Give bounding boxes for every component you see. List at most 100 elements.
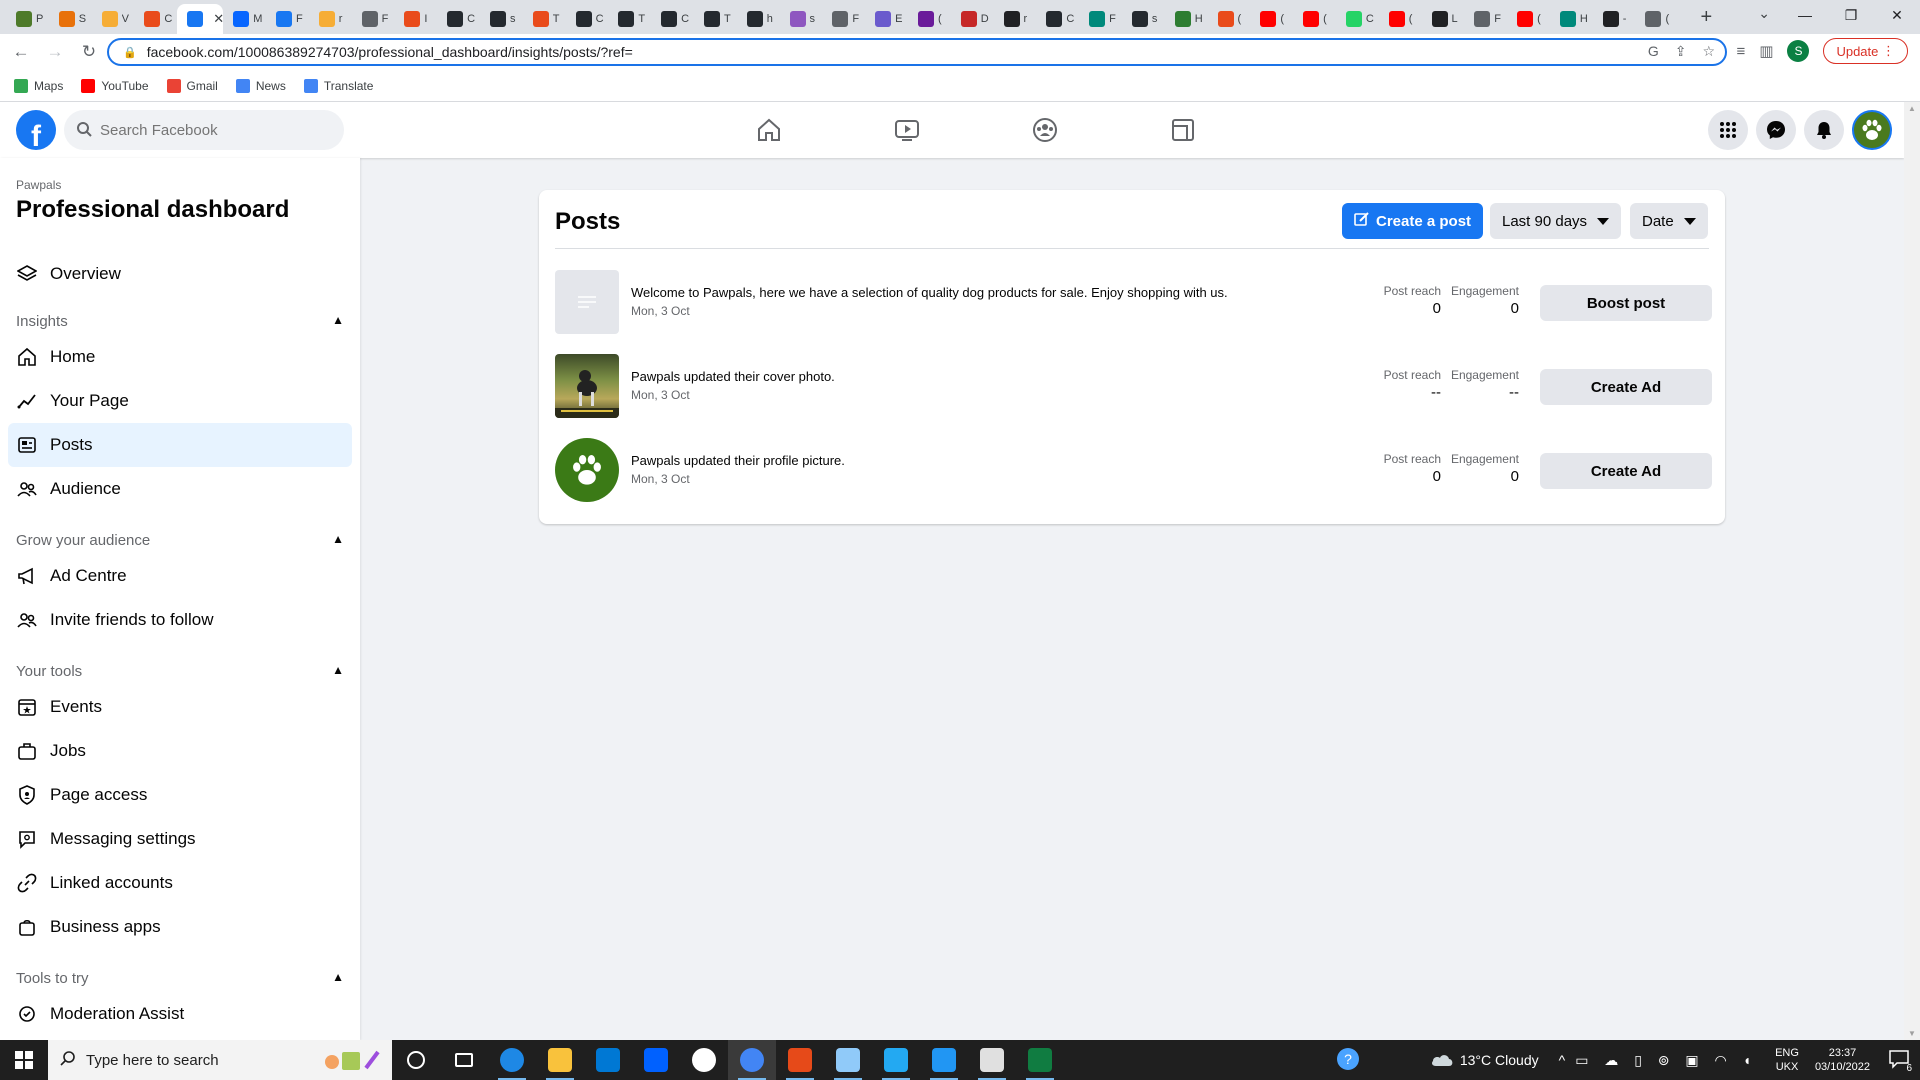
post-row[interactable]: Pawpals updated their profile picture. M…	[555, 438, 1712, 504]
sidebar-item-home[interactable]: Home	[8, 335, 352, 379]
sidebar-item-invite-friends[interactable]: Invite friends to follow	[8, 598, 352, 642]
date-range-dropdown[interactable]: Last 90 days	[1490, 203, 1622, 239]
browser-tab[interactable]: r	[309, 4, 352, 34]
browser-tab[interactable]: h	[737, 4, 780, 34]
browser-tab[interactable]: (	[1250, 4, 1293, 34]
browser-tab[interactable]: D	[951, 4, 994, 34]
browser-tab[interactable]: (	[1379, 4, 1422, 34]
facebook-search[interactable]	[64, 110, 344, 150]
messenger-icon[interactable]	[1756, 110, 1796, 150]
sidebar-item-business-apps[interactable]: Business apps	[8, 905, 352, 949]
close-window-icon[interactable]: ✕	[1874, 0, 1920, 30]
chevron-up-icon[interactable]: ▲	[332, 532, 344, 549]
nav-watch-icon[interactable]	[838, 102, 976, 158]
scroll-down-icon[interactable]: ▼	[1908, 1029, 1916, 1038]
boost-post-button[interactable]: Boost post	[1540, 285, 1712, 321]
bookmark-item[interactable]: News	[235, 78, 286, 93]
scroll-up-icon[interactable]: ▲	[1908, 104, 1916, 113]
show-hidden-icons[interactable]: ^	[1559, 1052, 1566, 1068]
sidebar-item-linked-accounts[interactable]: Linked accounts	[8, 861, 352, 905]
taskbar-app-task-view-icon[interactable]	[440, 1040, 488, 1080]
profile-avatar[interactable]: S	[1787, 40, 1810, 62]
post-text[interactable]: Welcome to Pawpals, here we have a selec…	[631, 285, 1228, 300]
forward-icon[interactable]: →	[42, 42, 68, 62]
browser-tab[interactable]: T	[694, 4, 737, 34]
browser-tab[interactable]: T	[523, 4, 566, 34]
create-ad-button[interactable]: Create Ad	[1540, 369, 1712, 405]
post-text[interactable]: Pawpals updated their profile picture.	[631, 453, 845, 468]
sidebar-item-posts[interactable]: Posts	[8, 423, 352, 467]
sidebar-item-messaging-settings[interactable]: Messaging settings	[8, 817, 352, 861]
browser-tab[interactable]: (	[1208, 4, 1251, 34]
page-scrollbar[interactable]: ▲ ▼	[1904, 102, 1920, 1040]
update-button[interactable]: Update ⋮	[1823, 38, 1908, 64]
search-input[interactable]	[100, 121, 320, 139]
taskbar-app-office-icon[interactable]	[776, 1040, 824, 1080]
restore-icon[interactable]: ❐	[1828, 0, 1874, 30]
browser-tab[interactable]: (	[908, 4, 951, 34]
sidebar-item-events[interactable]: Events	[8, 685, 352, 729]
cover-photo-thumbnail[interactable]	[555, 354, 619, 418]
browser-tab[interactable]: (	[1635, 4, 1678, 34]
browser-tab[interactable]: -	[1593, 4, 1636, 34]
section-insights[interactable]: Insights ▲	[16, 313, 344, 330]
chevron-up-icon[interactable]: ▲	[332, 663, 344, 680]
browser-tab[interactable]: C	[566, 4, 609, 34]
chevron-up-icon[interactable]: ▲	[332, 313, 344, 330]
browser-tab[interactable]: Fa✕	[177, 4, 224, 34]
chevron-up-icon[interactable]: ▲	[332, 970, 344, 987]
facebook-logo[interactable]: f	[16, 110, 56, 150]
weather-text[interactable]: 13°C Cloudy	[1460, 1052, 1539, 1068]
post-text[interactable]: Pawpals updated their cover photo.	[631, 369, 835, 384]
taskbar-app-photos-icon[interactable]	[920, 1040, 968, 1080]
browser-tab[interactable]: L	[1422, 4, 1465, 34]
browser-tab[interactable]: H	[1550, 4, 1593, 34]
browser-tab[interactable]: E	[865, 4, 908, 34]
browser-tab[interactable]: C	[1036, 4, 1079, 34]
browser-tab[interactable]: s	[780, 4, 823, 34]
create-post-button[interactable]: Create a post	[1342, 203, 1484, 239]
browser-tab[interactable]: H	[1165, 4, 1208, 34]
browser-tab[interactable]: s	[1122, 4, 1165, 34]
browser-tab[interactable]: F	[1079, 4, 1122, 34]
google-icon[interactable]: G	[1648, 43, 1659, 60]
browser-tab[interactable]: C	[1336, 4, 1379, 34]
bookmark-item[interactable]: YouTube	[81, 78, 149, 93]
profile-picture-thumbnail[interactable]	[555, 438, 619, 502]
browser-tab[interactable]: (	[1507, 4, 1550, 34]
taskbar-search[interactable]: Type here to search	[48, 1040, 392, 1080]
browser-tab[interactable]: C	[651, 4, 694, 34]
sidebar-item-your-page[interactable]: Your Page	[8, 379, 352, 423]
notifications-bell-icon[interactable]	[1804, 110, 1844, 150]
windows-start-icon[interactable]	[0, 1040, 48, 1080]
nav-groups-icon[interactable]	[976, 102, 1114, 158]
bookmark-item[interactable]: Maps	[14, 78, 63, 93]
browser-tab[interactable]: F	[822, 4, 865, 34]
new-tab-button[interactable]: +	[1692, 6, 1720, 29]
sidebar-item-overview[interactable]: Overview	[8, 252, 352, 296]
browser-tab[interactable]: I	[394, 4, 437, 34]
bookmark-item[interactable]: Gmail	[166, 78, 218, 93]
taskbar-app-file-explorer-icon[interactable]	[536, 1040, 584, 1080]
sidebar-item-audience[interactable]: Audience	[8, 467, 352, 511]
side-panel-icon[interactable]: ▥	[1759, 42, 1773, 60]
post-row[interactable]: Pawpals updated their cover photo. Mon, …	[555, 354, 1712, 420]
browser-tab[interactable]: C	[437, 4, 480, 34]
browser-tab[interactable]: V	[92, 4, 135, 34]
browser-tab[interactable]: r	[994, 4, 1037, 34]
sort-dropdown[interactable]: Date	[1630, 203, 1708, 239]
taskbar-app-paint-icon[interactable]	[968, 1040, 1016, 1080]
sidebar-item-jobs[interactable]: Jobs	[8, 729, 352, 773]
notification-center-icon[interactable]: 6	[1888, 1049, 1912, 1074]
browser-tab[interactable]: P	[6, 4, 49, 34]
minimize-icon[interactable]: —	[1782, 0, 1828, 30]
taskbar-app-edge-icon[interactable]	[488, 1040, 536, 1080]
taskbar-app-mail-icon[interactable]	[584, 1040, 632, 1080]
sidebar-item-page-access[interactable]: Page access	[8, 773, 352, 817]
taskbar-app-dropbox-icon[interactable]	[632, 1040, 680, 1080]
taskbar-app-cortana-icon[interactable]	[392, 1040, 440, 1080]
browser-tab[interactable]: M	[223, 4, 266, 34]
lock-icon[interactable]: 🔒	[123, 46, 137, 59]
browser-tab[interactable]: (	[1293, 4, 1336, 34]
nav-gaming-icon[interactable]	[1114, 102, 1252, 158]
